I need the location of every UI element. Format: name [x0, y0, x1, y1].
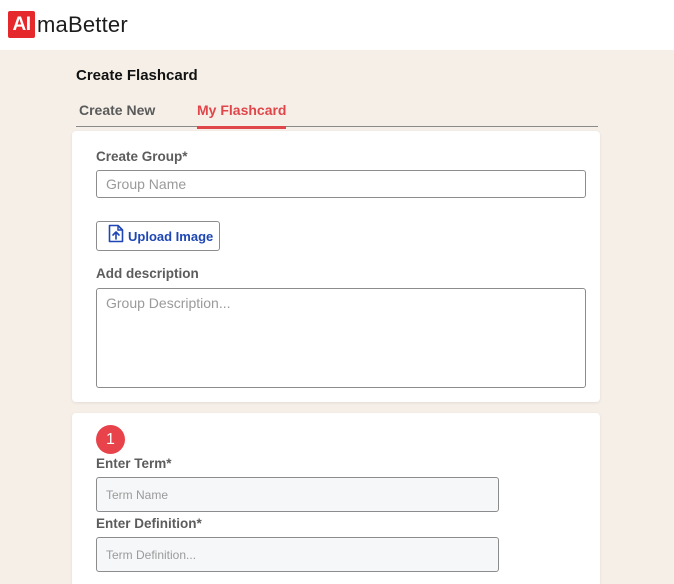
term-name-input[interactable]	[96, 477, 499, 512]
term-number-badge: 1	[96, 425, 125, 454]
file-upload-icon	[108, 224, 124, 248]
top-bar: AI maBetter	[0, 0, 674, 50]
almabetter-logo[interactable]: AI maBetter	[8, 11, 128, 38]
logo-text: maBetter	[37, 11, 128, 37]
upload-image-label: Upload Image	[128, 228, 214, 244]
tab-my-flashcard[interactable]: My Flashcard	[197, 102, 287, 129]
group-name-input[interactable]	[96, 170, 586, 198]
logo-mark: AI	[8, 11, 35, 38]
tab-bar: Create New My Flashcard	[76, 100, 598, 129]
enter-term-label: Enter Term*	[96, 456, 172, 471]
create-group-label: Create Group*	[96, 149, 188, 164]
upload-image-button[interactable]: Upload Image	[96, 221, 220, 251]
enter-definition-label: Enter Definition*	[96, 516, 202, 531]
group-description-textarea[interactable]	[96, 288, 586, 388]
term-card: 1 Enter Term* Enter Definition*	[72, 413, 600, 584]
tab-create-new[interactable]: Create New	[79, 102, 155, 127]
group-card: Create Group* Upload Image Add descripti…	[72, 131, 600, 402]
page-title: Create Flashcard	[76, 67, 198, 84]
add-description-label: Add description	[96, 266, 199, 281]
term-definition-input[interactable]	[96, 537, 499, 572]
